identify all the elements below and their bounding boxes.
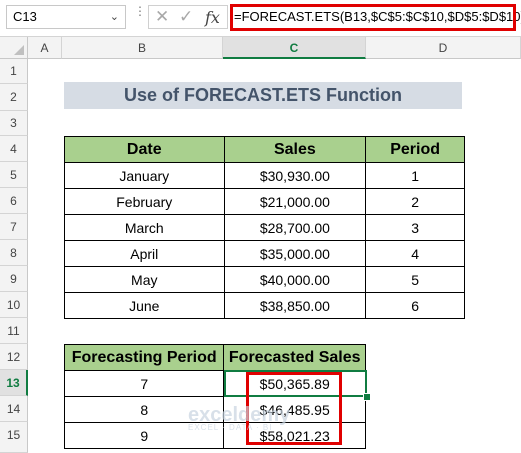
sales-cell[interactable]: $40,000.00: [223, 266, 367, 293]
table-row: March $28,700.00 3: [64, 214, 465, 241]
row-header-11[interactable]: 11: [0, 318, 28, 344]
date-cell[interactable]: May: [64, 266, 225, 293]
table-row: February $21,000.00 2: [64, 188, 465, 215]
period-cell[interactable]: 4: [365, 240, 465, 267]
name-box-value: C13: [13, 9, 37, 24]
row-header-15[interactable]: 15: [0, 422, 28, 453]
sheet-title[interactable]: Use of FORECAST.ETS Function: [64, 82, 462, 109]
row-header-1[interactable]: 1: [0, 59, 28, 84]
column-header-c[interactable]: C: [223, 37, 366, 59]
date-cell[interactable]: June: [64, 292, 225, 319]
cancel-icon[interactable]: ✕: [155, 7, 169, 27]
header-date[interactable]: Date: [64, 136, 225, 163]
date-cell[interactable]: March: [64, 214, 225, 241]
row-header-7[interactable]: 7: [0, 214, 28, 240]
sales-cell[interactable]: $35,000.00: [223, 240, 367, 267]
header-sales[interactable]: Sales: [223, 136, 367, 163]
drag-handle-icon[interactable]: ⋮: [134, 5, 146, 26]
select-all-corner[interactable]: [0, 37, 28, 59]
column-header-b[interactable]: B: [62, 37, 223, 59]
table-row: January $30,930.00 1: [64, 162, 465, 189]
table-row: June $38,850.00 6: [64, 292, 465, 319]
sales-cell[interactable]: $30,930.00: [223, 162, 367, 189]
column-header-d[interactable]: D: [366, 37, 521, 59]
header-period[interactable]: Period: [365, 136, 465, 163]
watermark-logo: exceldemy EXCEL · DATA · BI: [188, 404, 290, 432]
row-header-6[interactable]: 6: [0, 188, 28, 214]
row-header-13[interactable]: 13: [0, 370, 28, 396]
date-cell[interactable]: April: [64, 240, 225, 267]
date-cell[interactable]: February: [64, 188, 225, 215]
date-cell[interactable]: January: [64, 162, 225, 189]
period-cell[interactable]: 5: [365, 266, 465, 293]
formula-highlight-box: [230, 4, 516, 31]
name-box[interactable]: C13 ⌄: [6, 5, 126, 29]
row-header-5[interactable]: 5: [0, 162, 28, 188]
sales-cell[interactable]: $38,850.00: [223, 292, 367, 319]
row-header-10[interactable]: 10: [0, 292, 28, 318]
table-row: April $35,000.00 4: [64, 240, 465, 267]
period-cell[interactable]: 1: [365, 162, 465, 189]
chevron-down-icon[interactable]: ⌄: [110, 6, 119, 28]
insert-function-icon[interactable]: fx: [205, 8, 220, 27]
row-header-3[interactable]: 3: [0, 111, 28, 136]
period-cell[interactable]: 3: [365, 214, 465, 241]
formula-actions: ✕ ✓ fx: [148, 5, 228, 29]
row-header-12[interactable]: 12: [0, 344, 28, 370]
row-header-14[interactable]: 14: [0, 396, 28, 422]
period-cell[interactable]: 2: [365, 188, 465, 215]
header-forecasting-period[interactable]: Forecasting Period: [63, 344, 225, 371]
sales-data-table: Date Sales Period January $30,930.00 1 F…: [64, 136, 465, 319]
row-header-4[interactable]: 4: [0, 136, 28, 162]
sales-cell[interactable]: $21,000.00: [223, 188, 367, 215]
row-header-2[interactable]: 2: [0, 84, 28, 111]
forecast-period-cell[interactable]: 7: [63, 370, 225, 397]
column-header-a[interactable]: A: [28, 37, 62, 59]
header-forecasted-sales[interactable]: Forecasted Sales: [223, 344, 366, 371]
row-header-9[interactable]: 9: [0, 266, 28, 292]
row-header-8[interactable]: 8: [0, 240, 28, 266]
table-row: May $40,000.00 5: [64, 266, 465, 293]
enter-icon[interactable]: ✓: [179, 7, 193, 27]
sales-cell[interactable]: $28,700.00: [223, 214, 367, 241]
fill-handle[interactable]: [363, 393, 371, 401]
period-cell[interactable]: 6: [365, 292, 465, 319]
formula-bar-area: C13 ⌄ ⋮ ✕ ✓ fx =FORECAST.ETS(B13,$C$5:$C…: [0, 0, 521, 37]
